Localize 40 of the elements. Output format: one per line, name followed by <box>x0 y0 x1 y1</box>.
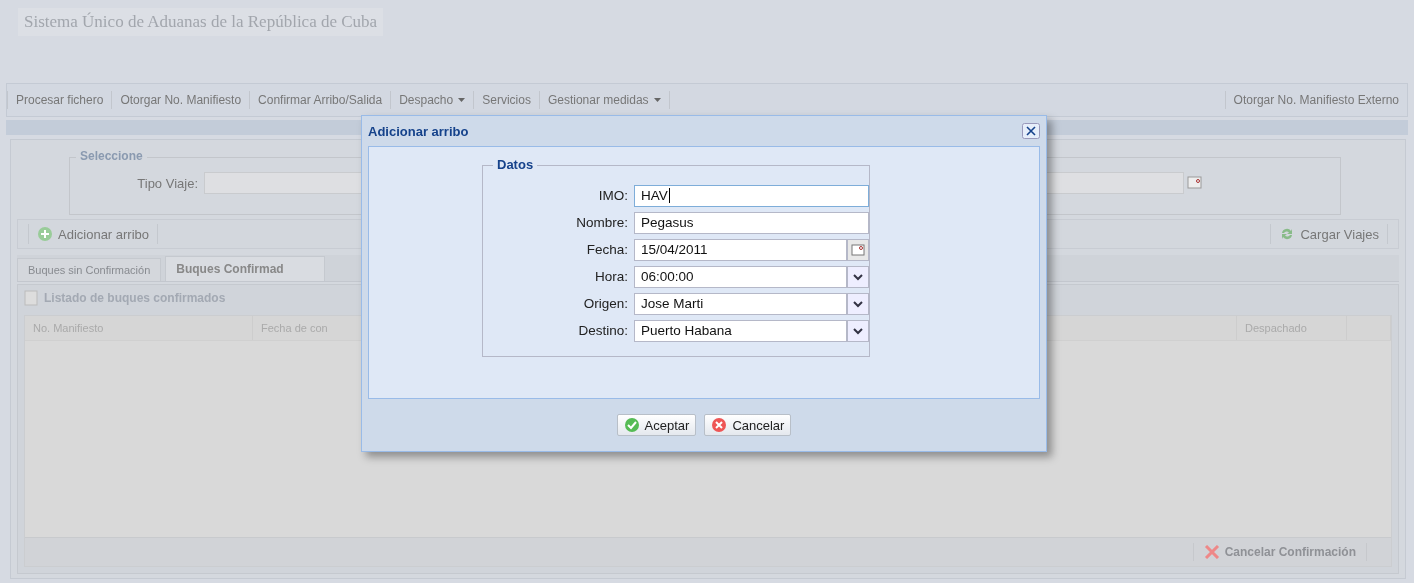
plus-icon <box>37 226 53 242</box>
dialog-button[interactable]: Cancelar <box>704 414 792 436</box>
fieldset-legend: Seleccione <box>76 149 147 163</box>
field-label: Nombre: <box>575 215 629 230</box>
menu-item[interactable]: Confirmar Arribo/Salida <box>250 93 391 107</box>
menu-item[interactable]: Despacho <box>391 93 474 107</box>
tab[interactable]: Buques Confirmad <box>165 256 325 281</box>
menu-item[interactable]: Gestionar medidas <box>539 93 669 107</box>
input-field[interactable]: Pegasus <box>634 211 869 234</box>
dialog-button[interactable]: Aceptar <box>616 414 697 436</box>
check-icon <box>623 417 640 433</box>
cancel-icon <box>711 417 728 433</box>
field-label: Fecha: <box>585 242 629 257</box>
dropdown-icon[interactable] <box>847 319 869 342</box>
fieldset-legend: Datos <box>493 157 538 172</box>
menu-item[interactable]: Servicios <box>474 93 539 107</box>
menu-item[interactable]: Otorgar No. Manifiesto Externo <box>1225 93 1407 107</box>
load-trips-button[interactable]: Cargar Viajes <box>1270 224 1388 244</box>
add-arrival-button[interactable]: Adicionar arribo <box>28 224 159 244</box>
input-field[interactable]: Jose Marti <box>634 292 847 315</box>
field-label: Tipo Viaje: <box>136 175 199 191</box>
input-field[interactable]: 15/04/2011 <box>634 238 847 261</box>
menu-item[interactable]: Procesar fichero <box>8 93 112 107</box>
x-icon <box>1203 545 1220 559</box>
caret-icon <box>653 98 661 102</box>
field-label: Hora: <box>594 269 629 284</box>
dropdown-icon[interactable] <box>847 265 869 288</box>
dialog-title: Adicionar arribo <box>368 123 470 139</box>
app-title: Sistema Único de Aduanas de la República de Cuba <box>18 8 384 36</box>
caret-icon <box>458 98 466 102</box>
input-field[interactable]: 06:00:00 <box>634 265 847 288</box>
dropdown-icon[interactable] <box>847 292 869 315</box>
close-icon[interactable] <box>1022 123 1040 139</box>
field-label: IMO: <box>597 188 629 203</box>
input-field[interactable]: HAV <box>634 184 869 207</box>
field-label: Origen: <box>582 296 629 311</box>
tab[interactable]: Buques sin Confirmación <box>17 258 162 281</box>
menu-item[interactable]: Otorgar No. Manifiesto <box>112 93 250 107</box>
input-field[interactable]: Puerto Habana <box>634 319 847 342</box>
field-label: Destino: <box>577 323 629 338</box>
